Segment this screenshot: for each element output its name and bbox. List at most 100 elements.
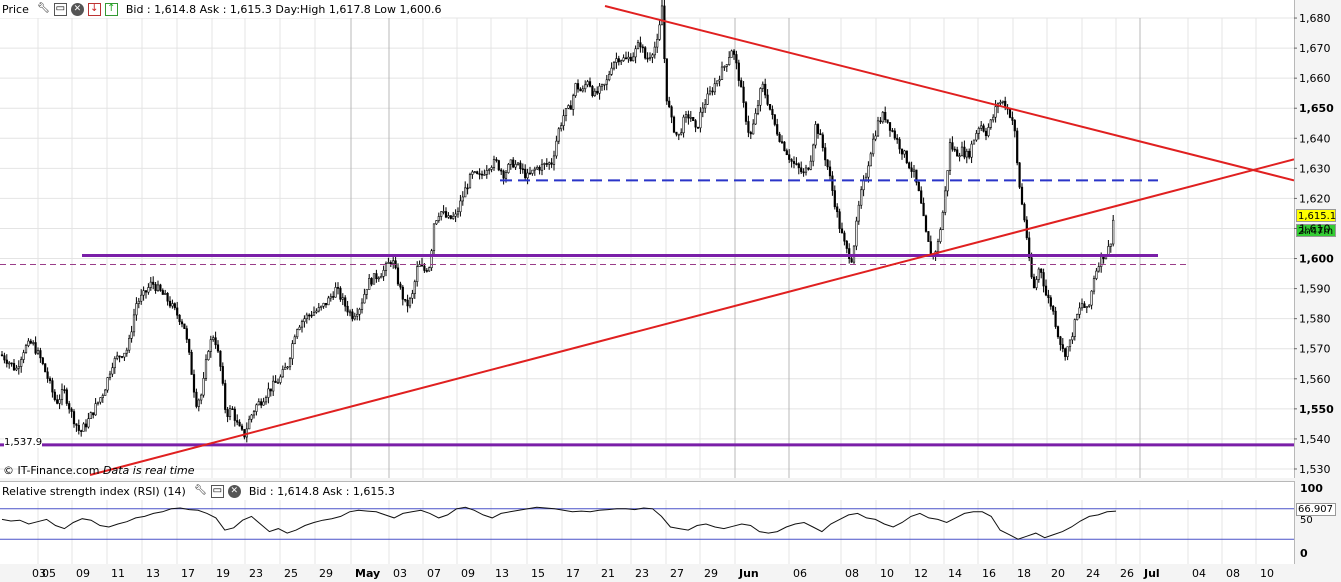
candle-body	[509, 159, 512, 165]
y-tick-label: 1,580	[1299, 313, 1331, 326]
candle-body	[300, 321, 304, 328]
candle-body	[912, 169, 916, 172]
candle-body	[128, 338, 131, 351]
y-tick-label: 1,610	[1299, 222, 1331, 235]
candle-body	[65, 389, 68, 404]
close-icon[interactable]: ✕	[70, 2, 84, 16]
candle-body	[284, 367, 287, 370]
candle-body	[1097, 266, 1100, 272]
candle-body	[941, 212, 944, 230]
candle-body	[819, 133, 822, 136]
candle-body	[588, 81, 592, 87]
candle-body	[485, 170, 488, 175]
candle-body	[344, 297, 347, 307]
candle-body	[92, 412, 95, 416]
x-tick-label: 24	[1086, 567, 1100, 580]
candle-body	[816, 124, 820, 134]
candle-body	[756, 104, 760, 114]
wrench-icon[interactable]: 🔧︎	[37, 3, 50, 16]
candle-body	[63, 389, 66, 391]
window-icon[interactable]: ▭	[53, 2, 67, 16]
candle-body	[132, 314, 136, 333]
window-icon[interactable]: ▭	[210, 484, 224, 498]
candle-body	[212, 337, 215, 340]
candle-body	[574, 83, 577, 96]
move-up-icon[interactable]: ↑	[104, 2, 118, 16]
candle-body	[627, 56, 630, 60]
candle-body	[257, 401, 260, 406]
candle-body	[96, 401, 100, 404]
candle-body	[634, 48, 637, 58]
candle-body	[850, 258, 853, 263]
candle-body	[874, 135, 877, 140]
x-tick-label: 12	[914, 567, 928, 580]
candle-body	[744, 102, 748, 122]
candle-body	[780, 141, 784, 143]
candle-body	[5, 359, 8, 364]
rsi-y-tick-label: 50	[1300, 515, 1313, 526]
candle-body	[737, 62, 740, 81]
candle-body	[29, 340, 32, 344]
candle-body	[706, 93, 709, 105]
candle-body	[526, 172, 529, 179]
candle-body	[663, 5, 666, 59]
candle-body	[888, 122, 892, 131]
rsi-header: Relative strength index (RSI) (14) 🔧︎ ▭ …	[0, 482, 395, 500]
candle-body	[562, 115, 565, 126]
candle-body	[8, 362, 11, 365]
candle-body	[399, 283, 402, 288]
x-tick-label: 03	[393, 567, 407, 580]
candle-body	[46, 371, 49, 379]
candle-body	[135, 303, 138, 316]
candle-body	[728, 57, 731, 65]
candle-body	[142, 290, 145, 296]
candle-body	[989, 119, 992, 128]
candle-body	[708, 90, 712, 95]
candle-body	[87, 418, 90, 428]
candle-body	[579, 88, 582, 92]
candle-body	[389, 262, 392, 264]
x-tick-label: 07	[427, 567, 441, 580]
y-axis: 1,530 1,540 1,550 1,560 1,570 1,580 1,590 1,600…	[1294, 12, 1334, 560]
price-panel-title: Price	[2, 2, 29, 16]
wrench-icon[interactable]: 🔧︎	[194, 485, 207, 498]
candle-body	[557, 128, 560, 142]
candle-body	[483, 174, 486, 176]
candle-body	[274, 380, 277, 383]
candle-body	[396, 267, 400, 285]
candle-body	[430, 250, 433, 268]
x-tick-label: 10	[880, 567, 894, 580]
candle-body	[178, 314, 181, 323]
candle-body	[233, 408, 236, 421]
candle-body	[495, 159, 498, 161]
candle-body	[692, 117, 695, 122]
candle-body	[125, 349, 128, 354]
x-tick-label: 29	[704, 567, 718, 580]
candle-body	[51, 380, 54, 393]
candle-body	[180, 321, 184, 325]
candle-body	[538, 166, 541, 171]
candle-body	[552, 155, 556, 165]
candle-body	[1071, 336, 1074, 341]
candle-body	[980, 125, 983, 129]
candle-body	[665, 58, 668, 102]
candle-body	[944, 190, 947, 213]
move-down-icon[interactable]: ↓	[87, 2, 101, 16]
candle-body	[800, 167, 803, 173]
candle-body	[550, 162, 553, 165]
candle-body	[171, 303, 174, 307]
candle-body	[332, 296, 335, 298]
candle-body	[84, 423, 88, 428]
candle-body	[699, 111, 702, 129]
rsi-chart-panel: Relative strength index (RSI) (14) 🔧︎ ▭ …	[0, 481, 1295, 564]
candle-body	[154, 284, 157, 291]
candle-body	[605, 79, 608, 85]
y-tick-label: 1,660	[1299, 72, 1331, 85]
candle-body	[528, 172, 532, 175]
close-icon[interactable]: ✕	[227, 484, 241, 498]
candle-body	[202, 378, 205, 396]
candle-body	[56, 399, 59, 404]
candle-body	[459, 200, 462, 213]
candle-body	[327, 297, 330, 306]
candle-body	[896, 137, 899, 140]
